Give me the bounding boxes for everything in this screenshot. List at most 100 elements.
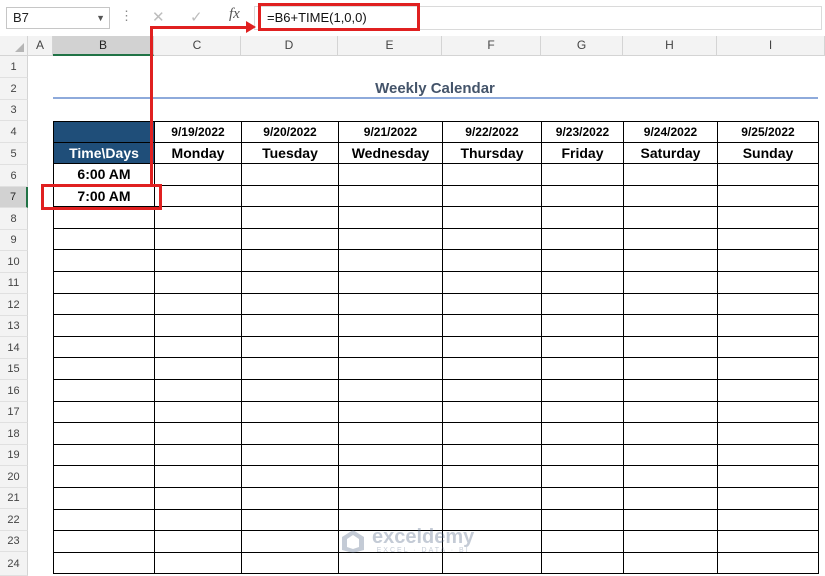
cell[interactable] (717, 292, 819, 316)
cell[interactable] (717, 249, 819, 272)
cell[interactable] (241, 443, 339, 467)
cell[interactable] (53, 486, 155, 510)
cell[interactable] (338, 184, 443, 208)
cell[interactable] (154, 422, 242, 445)
more-options-icon[interactable]: ⋮ (120, 8, 133, 24)
cell[interactable] (338, 206, 443, 229)
cell[interactable] (623, 357, 718, 380)
cell[interactable] (154, 314, 242, 337)
date-cell[interactable]: 9/24/2022 (623, 121, 718, 143)
cell[interactable] (338, 314, 443, 337)
cell[interactable] (541, 422, 624, 445)
cell[interactable] (623, 465, 718, 488)
cell[interactable] (541, 400, 624, 424)
row-header-2[interactable]: 2 (0, 78, 28, 100)
cell[interactable] (717, 508, 819, 532)
cell[interactable] (717, 270, 819, 294)
cell[interactable] (241, 270, 339, 294)
cell[interactable] (241, 400, 339, 424)
cell[interactable] (241, 335, 339, 359)
cell[interactable] (154, 292, 242, 316)
cell[interactable] (541, 357, 624, 380)
cell[interactable] (154, 357, 242, 380)
day-cell[interactable]: Saturday (623, 142, 718, 164)
cell[interactable] (623, 335, 718, 359)
cell[interactable] (154, 508, 242, 532)
column-header-b[interactable]: B (53, 36, 154, 56)
column-header-e[interactable]: E (338, 36, 442, 56)
date-cell[interactable]: 9/23/2022 (541, 121, 624, 143)
cell[interactable] (717, 465, 819, 488)
cell[interactable] (717, 357, 819, 380)
row-header-11[interactable]: 11 (0, 273, 28, 294)
row-header-19[interactable]: 19 (0, 445, 28, 466)
cell[interactable] (53, 551, 155, 575)
cell[interactable] (541, 530, 624, 553)
row-header-22[interactable]: 22 (0, 509, 28, 531)
cell[interactable] (623, 530, 718, 553)
cell[interactable] (623, 551, 718, 575)
cell[interactable] (541, 314, 624, 337)
cell[interactable] (717, 378, 819, 402)
cell[interactable] (442, 227, 542, 251)
cell[interactable] (53, 270, 155, 294)
cell[interactable] (154, 227, 242, 251)
row-header-5[interactable]: 5 (0, 143, 28, 165)
cell[interactable] (442, 357, 542, 380)
cell[interactable] (241, 357, 339, 380)
cell[interactable] (241, 551, 339, 575)
cell[interactable] (717, 206, 819, 229)
cell[interactable] (154, 551, 242, 575)
cell[interactable] (623, 378, 718, 402)
column-header-c[interactable]: C (154, 36, 241, 56)
row-header-23[interactable]: 23 (0, 531, 28, 552)
day-cell[interactable]: Friday (541, 142, 624, 164)
cell[interactable] (541, 335, 624, 359)
cell[interactable] (154, 270, 242, 294)
cell[interactable] (338, 422, 443, 445)
cell[interactable] (53, 443, 155, 467)
cell[interactable] (241, 292, 339, 316)
cell[interactable] (541, 465, 624, 488)
cell[interactable] (338, 292, 443, 316)
date-cell[interactable]: 9/20/2022 (241, 121, 339, 143)
cell[interactable] (241, 206, 339, 229)
cell[interactable] (154, 486, 242, 510)
cell[interactable] (154, 184, 242, 208)
cell[interactable] (717, 551, 819, 575)
day-cell[interactable]: Tuesday (241, 142, 339, 164)
column-header-h[interactable]: H (623, 36, 717, 56)
cell[interactable] (541, 206, 624, 229)
cell[interactable] (717, 486, 819, 510)
column-header-g[interactable]: G (541, 36, 623, 56)
cell[interactable] (154, 249, 242, 272)
cell[interactable] (442, 335, 542, 359)
cell[interactable] (717, 314, 819, 337)
date-cell[interactable]: 9/21/2022 (338, 121, 443, 143)
time-days-header[interactable]: Time\Days (53, 142, 155, 164)
row-header-3[interactable]: 3 (0, 100, 28, 121)
cell[interactable] (442, 270, 542, 294)
cell[interactable] (623, 163, 718, 186)
cell[interactable] (53, 249, 155, 272)
cell[interactable] (53, 378, 155, 402)
cell[interactable] (53, 508, 155, 532)
row-header-17[interactable]: 17 (0, 402, 28, 423)
select-all-button[interactable] (0, 36, 28, 56)
cell[interactable] (541, 443, 624, 467)
cell[interactable] (541, 292, 624, 316)
cell[interactable] (623, 249, 718, 272)
cell[interactable] (717, 227, 819, 251)
cell[interactable] (623, 292, 718, 316)
row-header-14[interactable]: 14 (0, 337, 28, 359)
row-header-1[interactable]: 1 (0, 56, 28, 78)
insert-function-icon[interactable]: fx (229, 6, 240, 23)
column-header-d[interactable]: D (241, 36, 338, 56)
cell[interactable] (53, 314, 155, 337)
chevron-down-icon[interactable]: ▼ (96, 8, 105, 28)
row-header-20[interactable]: 20 (0, 466, 28, 488)
cell[interactable] (338, 357, 443, 380)
row-header-10[interactable]: 10 (0, 251, 28, 273)
cell[interactable] (241, 508, 339, 532)
row-header-9[interactable]: 9 (0, 230, 28, 251)
